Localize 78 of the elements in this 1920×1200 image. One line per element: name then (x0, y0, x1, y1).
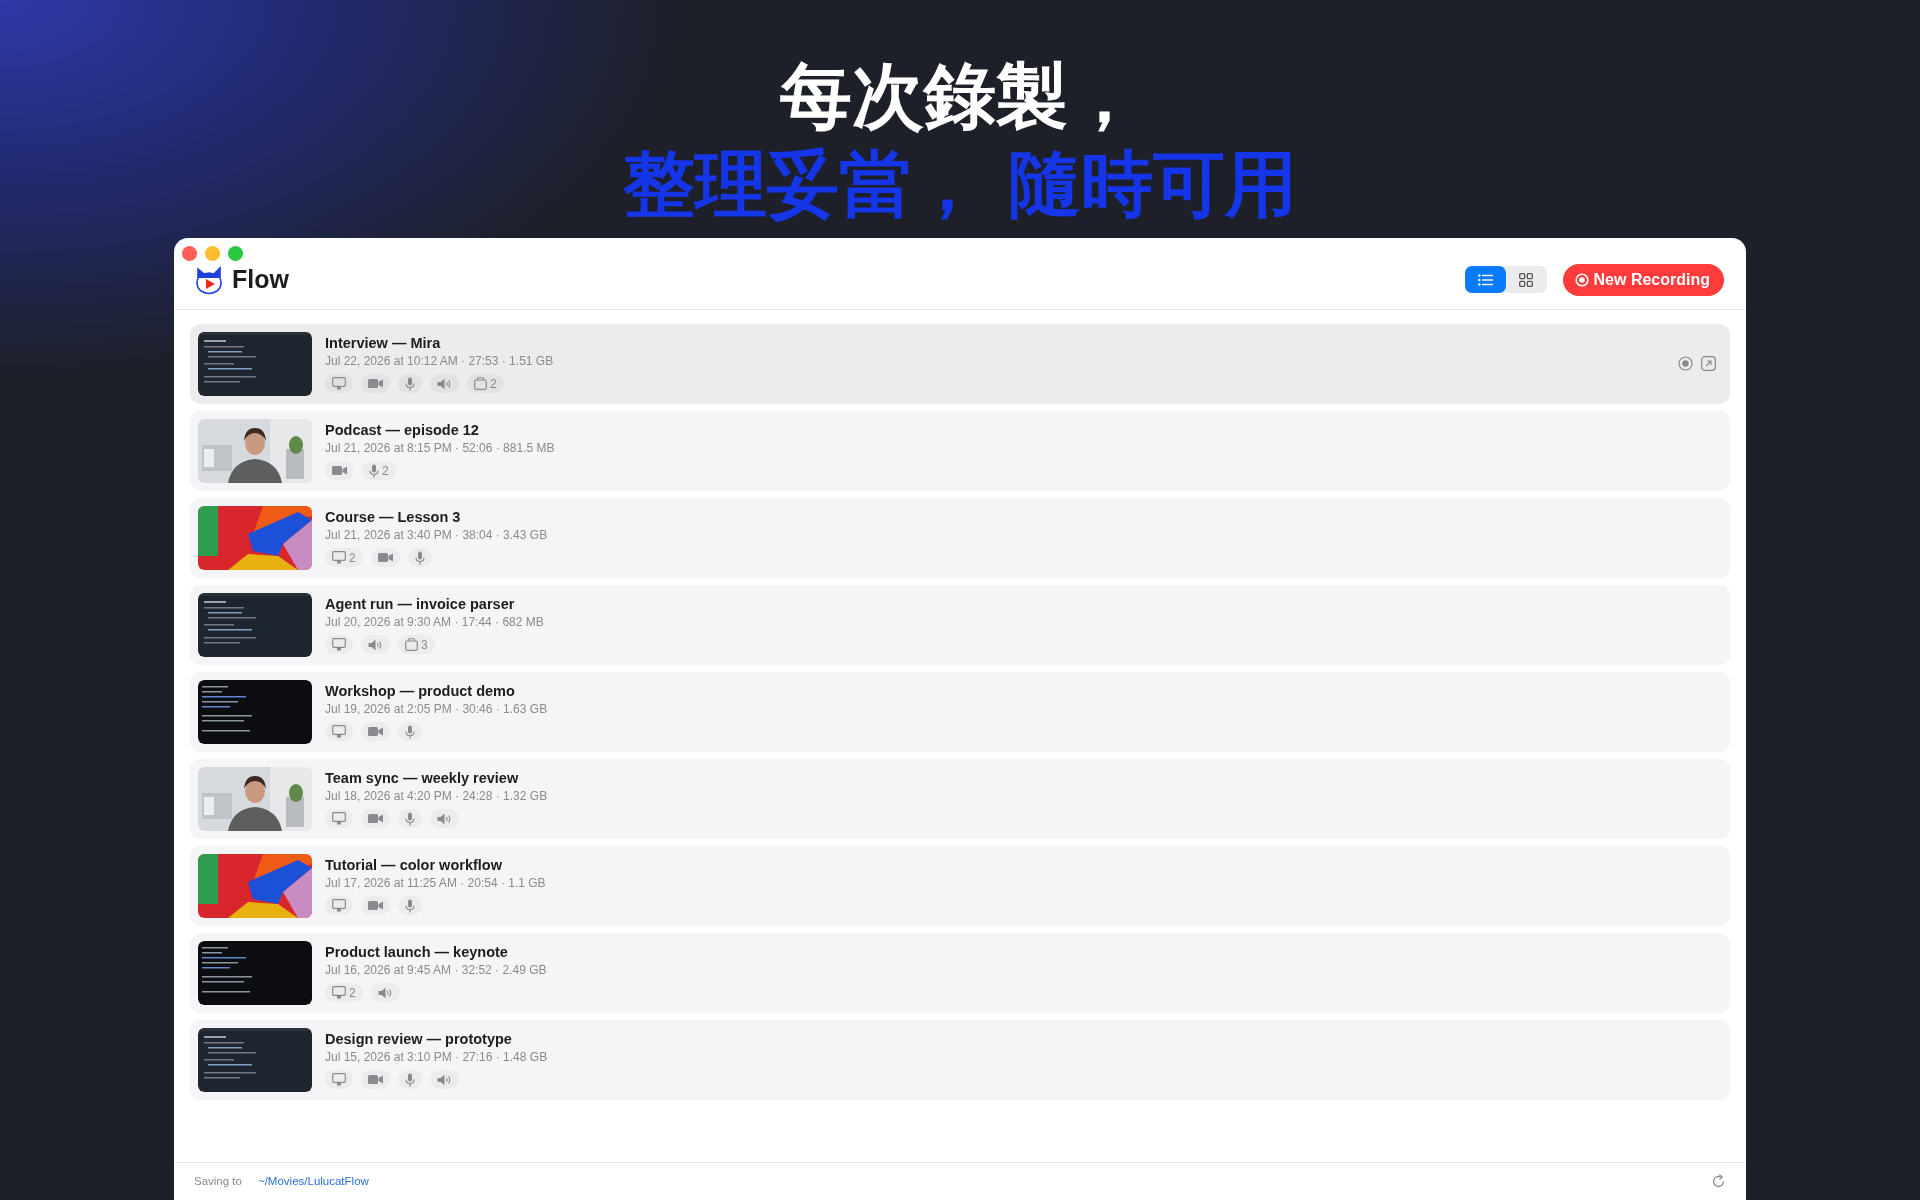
screen-icon (332, 1073, 346, 1086)
cat-logo-icon (194, 264, 224, 295)
recording-title: Agent run — invoice parser (325, 595, 516, 613)
speaker-icon (377, 986, 393, 999)
recording-row[interactable]: Design review — prototype Jul 15, 2026 at 3:10 PM · 27:16 · 1.48 GB (190, 1019, 1730, 1100)
headline-highlight: 整理妥當， 隨時可用 (622, 141, 1298, 228)
screen-icon (332, 551, 346, 564)
microphone-icon (405, 724, 415, 739)
screen-icon (332, 986, 346, 999)
video-camera-icon (368, 1074, 383, 1085)
recording-details: Jul 16, 2026 at 9:45 AM · 32:52 · 2.49 GB (325, 962, 547, 979)
saving-to-label: Saving to (194, 1173, 242, 1189)
recording-title: Product launch — keynote (325, 943, 509, 961)
recording-details: Jul 18, 2026 at 4:20 PM · 24:28 · 1.32 GB (325, 788, 548, 805)
new-recording-button[interactable]: New Recording (1562, 263, 1724, 296)
recording-row[interactable]: Tutorial — color workflow Jul 17, 2026 at 11:25 AM · 20:54 · 1.1 GB (190, 845, 1730, 926)
source-chip: 2 (362, 461, 396, 480)
recording-row[interactable]: Workshop — product demo Jul 19, 2026 at 2:05 PM · 30:46 · 1.63 GB (190, 671, 1730, 752)
recording-title: Interview — Mira (325, 334, 442, 352)
microphone-icon (405, 898, 415, 913)
microphone-icon (369, 463, 379, 478)
recording-title: Tutorial — color workflow (325, 856, 503, 874)
source-chip: 3 (398, 635, 435, 654)
recording-title: Team sync — weekly review (325, 769, 520, 787)
app-name: Flow (232, 264, 289, 295)
recording-details: Jul 21, 2026 at 8:15 PM · 52:06 · 881.5 MB (325, 440, 555, 457)
speaker-icon (437, 1073, 452, 1086)
recording-row[interactable]: Podcast — episode 12 Jul 21, 2026 at 8:15 PM · 52:06 · 881.5 MB 2 (190, 410, 1730, 491)
recording-details: Jul 22, 2026 at 10:12 AM · 27:53 · 1.51 GB (325, 353, 554, 370)
recording-row[interactable]: Interview — Mira Jul 22, 2026 at 10:12 AM · 27:53 · 1.51 GB 2 (190, 323, 1730, 404)
video-camera-icon (368, 900, 383, 911)
close-button[interactable] (182, 246, 197, 261)
list-view-button[interactable] (1464, 266, 1506, 294)
video-camera-icon (368, 378, 383, 389)
video-camera-icon (377, 552, 393, 563)
folder-path-link[interactable]: ~/Movies/LulucatFlow (257, 1172, 369, 1191)
screen-icon (332, 725, 346, 738)
screen-icon (332, 899, 346, 912)
window-icon (405, 638, 418, 651)
open-external-icon[interactable] (1701, 356, 1716, 371)
screen-icon (332, 638, 346, 651)
recording-details: Jul 21, 2026 at 3:40 PM · 38:04 · 3.43 GB (325, 527, 548, 544)
microphone-icon (405, 376, 415, 391)
video-camera-icon (368, 726, 383, 737)
speaker-icon (437, 377, 452, 390)
recording-title: Design review — prototype (325, 1030, 513, 1048)
recording-details: Jul 19, 2026 at 2:05 PM · 30:46 · 1.63 GB (325, 701, 548, 718)
recording-row[interactable]: Course — Lesson 3 Jul 21, 2026 at 3:40 PM · 38:04 · 3.43 GB 2 (190, 497, 1730, 578)
list-icon (1477, 273, 1493, 286)
screen-icon (332, 812, 346, 825)
window-icon (474, 377, 487, 390)
recording-details: Jul 20, 2026 at 9:30 AM · 17:44 · 682 MB (325, 614, 544, 631)
headline: 每次錄製， (779, 53, 1141, 140)
recording-row[interactable]: Team sync — weekly review Jul 18, 2026 at 4:20 PM · 24:28 · 1.32 GB (190, 758, 1730, 839)
minimize-button[interactable] (205, 246, 220, 261)
grid-icon (1519, 272, 1534, 287)
screen-icon (332, 377, 346, 390)
record-icon (1574, 272, 1589, 287)
source-chip: 2 (325, 548, 363, 567)
recording-title: Workshop — product demo (325, 682, 516, 700)
microphone-icon (405, 1072, 415, 1087)
recording-details: Jul 15, 2026 at 3:10 PM · 27:16 · 1.48 GB (325, 1049, 548, 1066)
recording-title: Podcast — episode 12 (325, 421, 480, 439)
speaker-icon (437, 812, 452, 825)
video-camera-icon (332, 465, 347, 476)
recording-title: Course — Lesson 3 (325, 508, 462, 526)
recording-row[interactable]: Product launch — keynote Jul 16, 2026 at 9:45 AM · 32:52 · 2.49 GB 2 (190, 932, 1730, 1013)
recording-details: Jul 17, 2026 at 11:25 AM · 20:54 · 1.1 GB (325, 875, 546, 892)
video-camera-icon (368, 813, 383, 824)
microphone-icon (405, 811, 415, 826)
speaker-icon (368, 638, 383, 651)
microphone-icon (414, 550, 425, 565)
zoom-button[interactable] (228, 246, 243, 261)
source-chip: 2 (467, 374, 504, 393)
refresh-icon[interactable] (1711, 1174, 1726, 1189)
source-chip: 2 (325, 983, 363, 1002)
recording-row[interactable]: Agent run — invoice parser Jul 20, 2026 at 9:30 AM · 17:44 · 682 MB 3 (190, 584, 1730, 665)
record-icon[interactable] (1678, 356, 1693, 371)
